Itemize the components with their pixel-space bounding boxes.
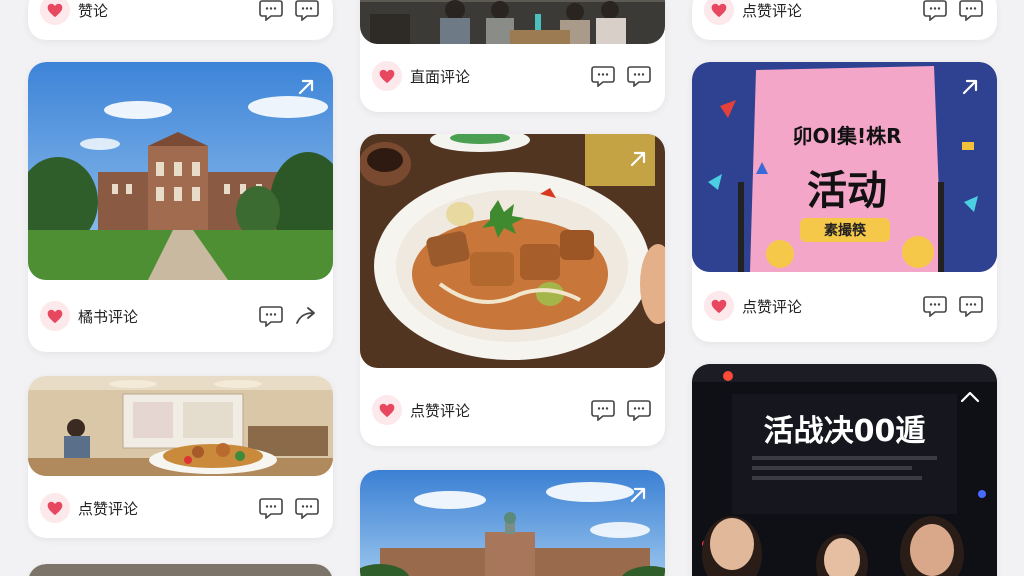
message-button[interactable] bbox=[957, 0, 985, 24]
post-card[interactable]: 赞论 bbox=[28, 0, 333, 40]
post-image[interactable] bbox=[28, 62, 333, 280]
like-button[interactable] bbox=[372, 395, 402, 425]
card-label: 直面评论 bbox=[410, 67, 471, 86]
heart-icon bbox=[711, 299, 727, 313]
comment-button[interactable] bbox=[921, 292, 949, 320]
card-label: 赞论 bbox=[78, 1, 109, 20]
message-button[interactable] bbox=[293, 494, 321, 522]
post-image[interactable]: 卯OI集!株R 活动 素撮筷 bbox=[692, 62, 997, 272]
restaurant-photo bbox=[360, 0, 665, 44]
share-arrow-icon[interactable] bbox=[627, 484, 649, 506]
heart-icon bbox=[379, 403, 395, 417]
card-label: 点赞评论 bbox=[78, 499, 139, 518]
comment-button[interactable] bbox=[257, 302, 285, 330]
comment-button[interactable] bbox=[257, 494, 285, 522]
message-button[interactable] bbox=[957, 292, 985, 320]
message-icon bbox=[627, 66, 651, 87]
message-icon bbox=[959, 296, 983, 317]
feed: 赞论 橘书评论 点赞评论 直面评论 点赞评论 点赞评论 卯OI集!株R 活动 素… bbox=[0, 0, 1024, 576]
message-button[interactable] bbox=[625, 396, 653, 424]
comment-icon bbox=[259, 498, 283, 519]
comment-button[interactable] bbox=[257, 0, 285, 24]
post-image bbox=[28, 564, 333, 576]
post-image[interactable] bbox=[360, 0, 665, 44]
campus-photo bbox=[28, 62, 333, 280]
poster-headline: 活战决00遁 bbox=[763, 414, 926, 449]
poster-line-2: 活动 bbox=[807, 168, 887, 214]
campus-photo bbox=[360, 470, 665, 576]
post-card[interactable]: 点赞评论 bbox=[692, 0, 997, 40]
like-button[interactable] bbox=[40, 493, 70, 523]
share-arrow-icon[interactable] bbox=[959, 76, 981, 98]
comment-icon bbox=[591, 400, 615, 421]
share-arrow-icon[interactable] bbox=[295, 76, 317, 98]
post-card[interactable]: 点赞评论 bbox=[360, 134, 665, 446]
post-image[interactable] bbox=[360, 134, 665, 368]
card-actions: 点赞评论 bbox=[692, 286, 997, 326]
post-image[interactable] bbox=[28, 376, 333, 476]
heart-icon bbox=[47, 501, 63, 515]
poster-line-3: 素撮筷 bbox=[800, 218, 890, 242]
card-actions: 直面评论 bbox=[360, 56, 665, 96]
card-actions: 点赞评论 bbox=[360, 390, 665, 430]
post-card[interactable]: 直面评论 bbox=[360, 0, 665, 112]
message-icon bbox=[295, 0, 319, 21]
card-label: 点赞评论 bbox=[410, 401, 471, 420]
post-card[interactable]: 卯OI集!株R 活动 素撮筷 点赞评论 bbox=[692, 62, 997, 342]
comment-icon bbox=[259, 0, 283, 21]
post-card[interactable] bbox=[28, 564, 333, 576]
comment-icon bbox=[923, 0, 947, 21]
stage-event-photo bbox=[692, 364, 997, 576]
heart-icon bbox=[47, 3, 63, 17]
post-card[interactable]: 点赞评论 bbox=[28, 376, 333, 538]
message-icon bbox=[959, 0, 983, 21]
share-icon bbox=[296, 307, 315, 324]
card-label: 点赞评论 bbox=[742, 297, 803, 316]
heart-icon bbox=[379, 69, 395, 83]
share-arrow-icon[interactable] bbox=[627, 148, 649, 170]
post-card[interactable] bbox=[360, 470, 665, 576]
card-actions: 赞论 bbox=[28, 0, 333, 30]
share-button[interactable] bbox=[293, 302, 321, 330]
post-card[interactable]: 活战决00遁 bbox=[692, 364, 997, 576]
post-image[interactable]: 活战决00遁 bbox=[692, 364, 997, 576]
like-button[interactable] bbox=[372, 61, 402, 91]
comment-icon bbox=[591, 66, 615, 87]
like-button[interactable] bbox=[704, 291, 734, 321]
heart-icon bbox=[711, 3, 727, 17]
message-button[interactable] bbox=[293, 0, 321, 24]
chevron-up-icon[interactable] bbox=[959, 390, 981, 404]
comment-button[interactable] bbox=[589, 396, 617, 424]
message-icon bbox=[295, 498, 319, 519]
comment-button[interactable] bbox=[589, 62, 617, 90]
message-icon bbox=[627, 400, 651, 421]
like-button[interactable] bbox=[40, 0, 70, 25]
card-label: 点赞评论 bbox=[742, 1, 803, 20]
like-button[interactable] bbox=[40, 301, 70, 331]
food-plate-photo bbox=[360, 134, 665, 368]
post-card[interactable]: 橘书评论 bbox=[28, 62, 333, 352]
post-image[interactable] bbox=[360, 470, 665, 576]
heart-icon bbox=[47, 309, 63, 323]
comment-icon bbox=[259, 306, 283, 327]
message-button[interactable] bbox=[625, 62, 653, 90]
like-button[interactable] bbox=[704, 0, 734, 25]
card-actions: 橘书评论 bbox=[28, 296, 333, 336]
comment-button[interactable] bbox=[921, 0, 949, 24]
card-actions: 点赞评论 bbox=[28, 488, 333, 528]
card-label: 橘书评论 bbox=[78, 307, 139, 326]
poster-line-1: 卯OI集!株R bbox=[792, 124, 902, 148]
card-actions: 点赞评论 bbox=[692, 0, 997, 30]
classroom-food-photo bbox=[28, 376, 333, 476]
comment-icon bbox=[923, 296, 947, 317]
